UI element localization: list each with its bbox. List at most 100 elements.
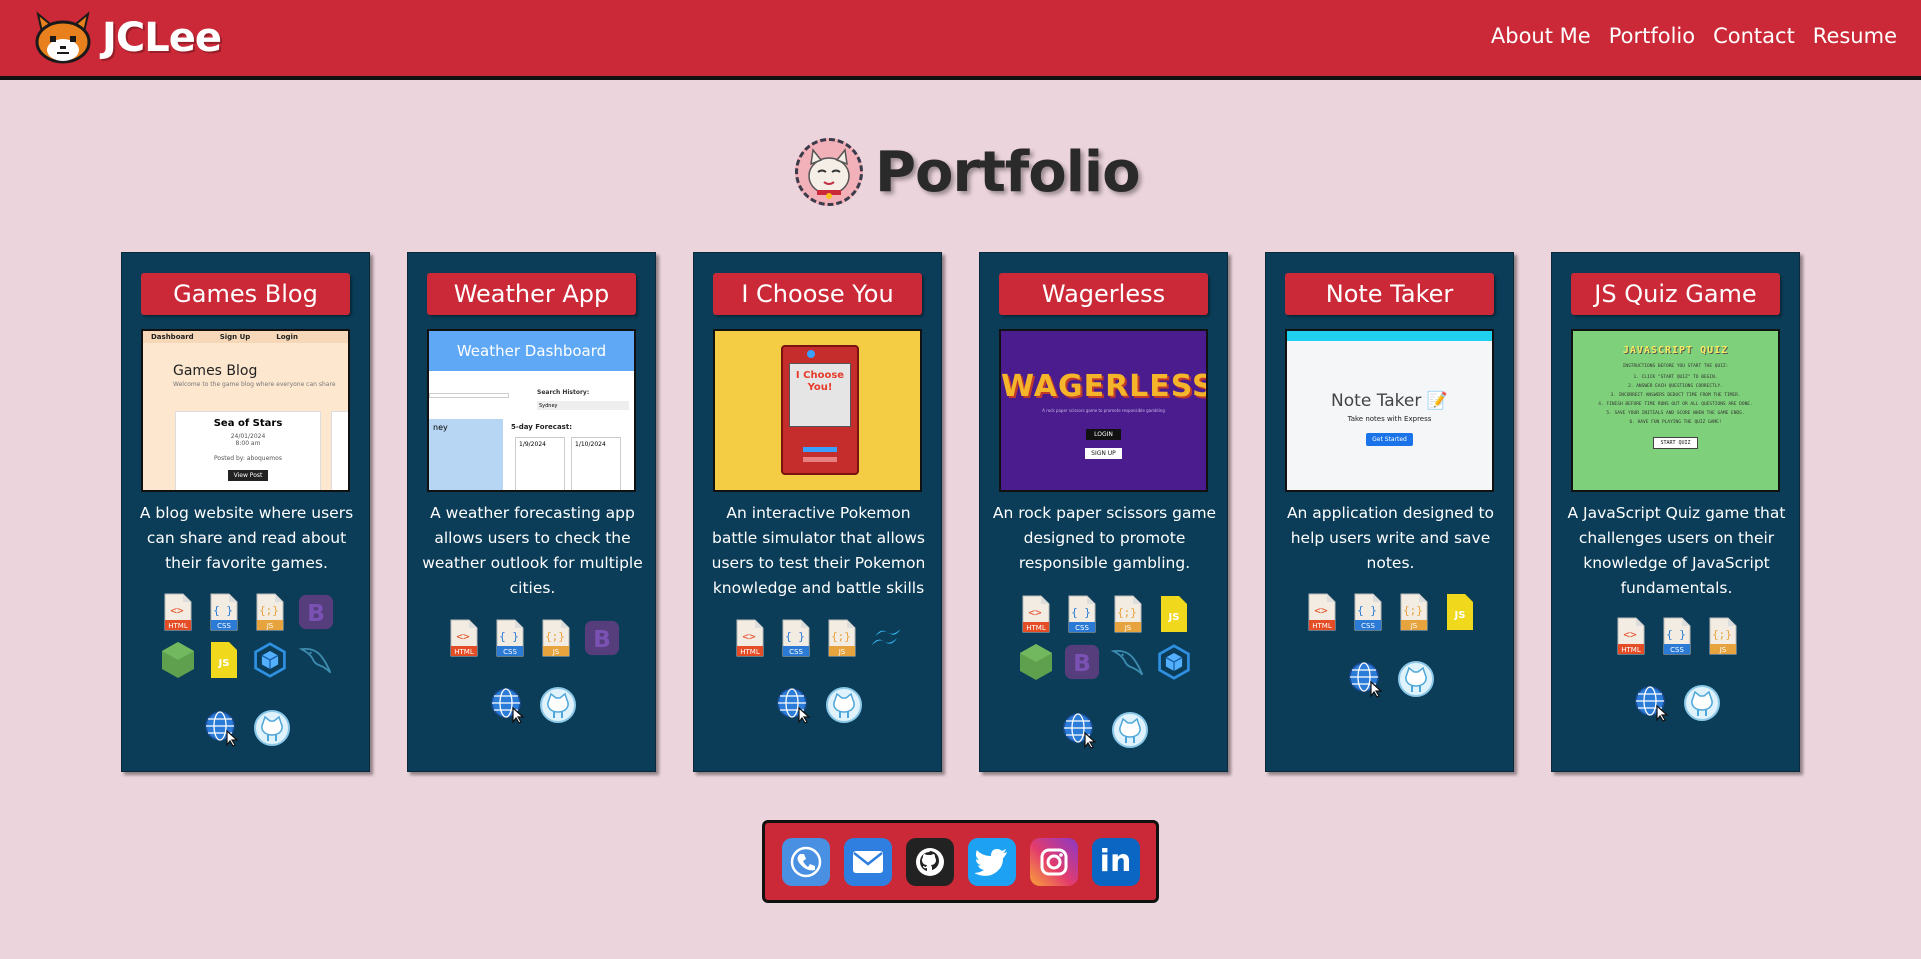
bootstrap-icon: B	[584, 617, 620, 659]
js-badge-icon: JS	[206, 639, 242, 681]
thumb-intro: INSTRUCTIONS BEFORE YOU START THE QUIZ:	[1622, 364, 1729, 369]
svg-text:{;}: {;}	[1403, 604, 1423, 617]
css-icon: { } CSS	[492, 617, 528, 659]
svg-text:HTML: HTML	[454, 648, 474, 656]
svg-text:{;}: {;}	[1117, 606, 1137, 619]
project-card-games-blog: Games Blog Dashboard Sign Up Login Games…	[121, 252, 370, 772]
project-screenshot[interactable]: Weather Dashboard Search History: Sydney…	[427, 329, 636, 492]
css-icon: { } CSS	[206, 591, 242, 633]
github-repo-icon[interactable]	[824, 685, 864, 725]
thumb-start-button	[803, 447, 837, 452]
project-card-note-taker: Note Taker Note Taker 📝 Take notes with …	[1265, 252, 1514, 772]
nav-portfolio[interactable]: Portfolio	[1609, 24, 1695, 48]
project-screenshot[interactable]: WAGERLESS A rock paper scissors game to …	[999, 329, 1208, 492]
svg-text:{ }: { }	[213, 604, 233, 617]
live-site-globe-icon[interactable]	[1346, 659, 1386, 699]
github-repo-icon[interactable]	[1110, 710, 1150, 750]
thumb-banner: Weather Dashboard	[429, 331, 634, 371]
instagram-icon[interactable]	[1029, 837, 1078, 886]
node-icon	[1018, 641, 1054, 683]
thumb-login-button: LOGIN	[1086, 429, 1121, 440]
tech-stack-row: B	[980, 641, 1229, 683]
portfolio-heading: Portfolio	[795, 138, 1141, 206]
live-site-globe-icon[interactable]	[488, 685, 528, 725]
nav-resume[interactable]: Resume	[1813, 24, 1897, 48]
tech-stack-row: <> HTML { } CSS {;} JS JS	[980, 593, 1229, 635]
thumb-post-card-partial	[331, 411, 348, 490]
live-site-globe-icon[interactable]	[202, 708, 242, 748]
thumb-rules: 1. CLICK "START QUIZ" TO BEGIN. 2. ANSWE…	[1573, 373, 1778, 427]
svg-text:{ }: { }	[499, 630, 519, 643]
mysql-icon	[298, 639, 334, 681]
svg-text:CSS: CSS	[789, 648, 803, 656]
thumb-heading: JAVASCRIPT QUIZ	[1622, 345, 1729, 356]
project-links	[980, 710, 1229, 750]
project-screenshot[interactable]: JAVASCRIPT QUIZ INSTRUCTIONS BEFORE YOU …	[1571, 329, 1780, 492]
thumb-top-bar	[1287, 331, 1492, 341]
project-card-weather-app: Weather App Weather Dashboard Search His…	[407, 252, 656, 772]
css-icon: { } CSS	[1350, 591, 1386, 633]
thumb-tagline: A rock paper scissors game to promote re…	[1042, 408, 1165, 413]
svg-text:JS: JS	[1409, 622, 1417, 630]
github-repo-icon[interactable]	[1682, 683, 1722, 723]
sequelize-icon	[252, 639, 288, 681]
phone-icon[interactable]	[781, 837, 830, 886]
svg-text:{ }: { }	[785, 630, 805, 643]
tech-stack-row: <> HTML { } CSS {;} JS	[1552, 615, 1801, 657]
live-site-globe-icon[interactable]	[774, 685, 814, 725]
project-card-wagerless: Wagerless WAGERLESS A rock paper scissor…	[979, 252, 1228, 772]
nav-about-me[interactable]: About Me	[1491, 24, 1591, 48]
thumb-screen: I Choose You!	[789, 363, 851, 427]
github-repo-icon[interactable]	[538, 685, 578, 725]
live-site-globe-icon[interactable]	[1060, 710, 1100, 750]
project-screenshot[interactable]: Note Taker 📝 Take notes with Express Get…	[1285, 329, 1494, 492]
thumb-logo: I Choose You!	[795, 370, 845, 393]
linkedin-icon[interactable]: in	[1091, 837, 1140, 886]
sequelize-icon	[1156, 641, 1192, 683]
github-repo-icon[interactable]	[252, 708, 292, 748]
tech-stack-row: JS	[122, 639, 371, 681]
js-icon: {;} JS	[824, 617, 860, 659]
svg-text:CSS: CSS	[503, 648, 517, 656]
js-icon: {;} JS	[1110, 593, 1146, 635]
github-repo-icon[interactable]	[1396, 659, 1436, 699]
thumb-logo: WAGERLESS	[1001, 369, 1208, 404]
js-badge-icon: JS	[1442, 591, 1478, 633]
thumb-rule: 4. FINISH BEFORE TIME RUNS OUT OR ALL QU…	[1598, 402, 1753, 407]
navbar: JCLee About Me Portfolio Contact Resume	[0, 0, 1921, 80]
project-card-i-choose-you: I Choose You I Choose You! An interactiv…	[693, 252, 942, 772]
live-site-globe-icon[interactable]	[1632, 683, 1672, 723]
tech-stack-row: <> HTML { } CSS {;} JS B	[122, 591, 371, 633]
thumb-rule: 1. CLICK "START QUIZ" TO BEGIN.	[1633, 375, 1718, 380]
brand[interactable]: JCLee	[32, 10, 222, 66]
github-icon[interactable]	[905, 837, 954, 886]
js-icon: {;} JS	[1396, 591, 1432, 633]
thumb-navbar: Dashboard Sign Up Login	[143, 331, 348, 343]
thumb-rule: 3. INCORRECT ANSWERS DEDUCT TIME FROM TH…	[1610, 393, 1741, 398]
social-footer: in	[762, 820, 1159, 903]
thumb-post-card: Sea of Stars 24/01/2024 8:00 am Posted b…	[175, 411, 321, 490]
svg-text:{ }: { }	[1071, 606, 1091, 619]
nav-contact[interactable]: Contact	[1713, 24, 1795, 48]
svg-text:HTML: HTML	[1621, 646, 1641, 654]
twitter-icon[interactable]	[967, 837, 1016, 886]
email-icon[interactable]	[843, 837, 892, 886]
svg-text:<>: <>	[1314, 604, 1328, 617]
thumb-search-input	[429, 393, 509, 398]
svg-text:{ }: { }	[1357, 604, 1377, 617]
project-screenshot[interactable]: I Choose You!	[713, 329, 922, 492]
svg-text:JS: JS	[551, 648, 559, 656]
nav-links: About Me Portfolio Contact Resume	[1491, 24, 1897, 48]
project-screenshot[interactable]: Dashboard Sign Up Login Games Blog Welco…	[141, 329, 350, 492]
thumb-light	[807, 350, 815, 358]
svg-text:{;}: {;}	[1712, 628, 1732, 641]
thumb-secondary-button	[803, 457, 837, 462]
thumb-heading: Note Taker 📝	[1287, 391, 1492, 411]
svg-text:CSS: CSS	[1075, 624, 1089, 632]
svg-text:B: B	[1073, 649, 1091, 677]
html-icon: <> HTML	[1018, 593, 1054, 635]
svg-text:{;}: {;}	[259, 604, 279, 617]
svg-text:{;}: {;}	[545, 630, 565, 643]
project-description: An interactive Pokemon battle simulator …	[711, 504, 926, 597]
project-title: Wagerless	[999, 273, 1208, 315]
